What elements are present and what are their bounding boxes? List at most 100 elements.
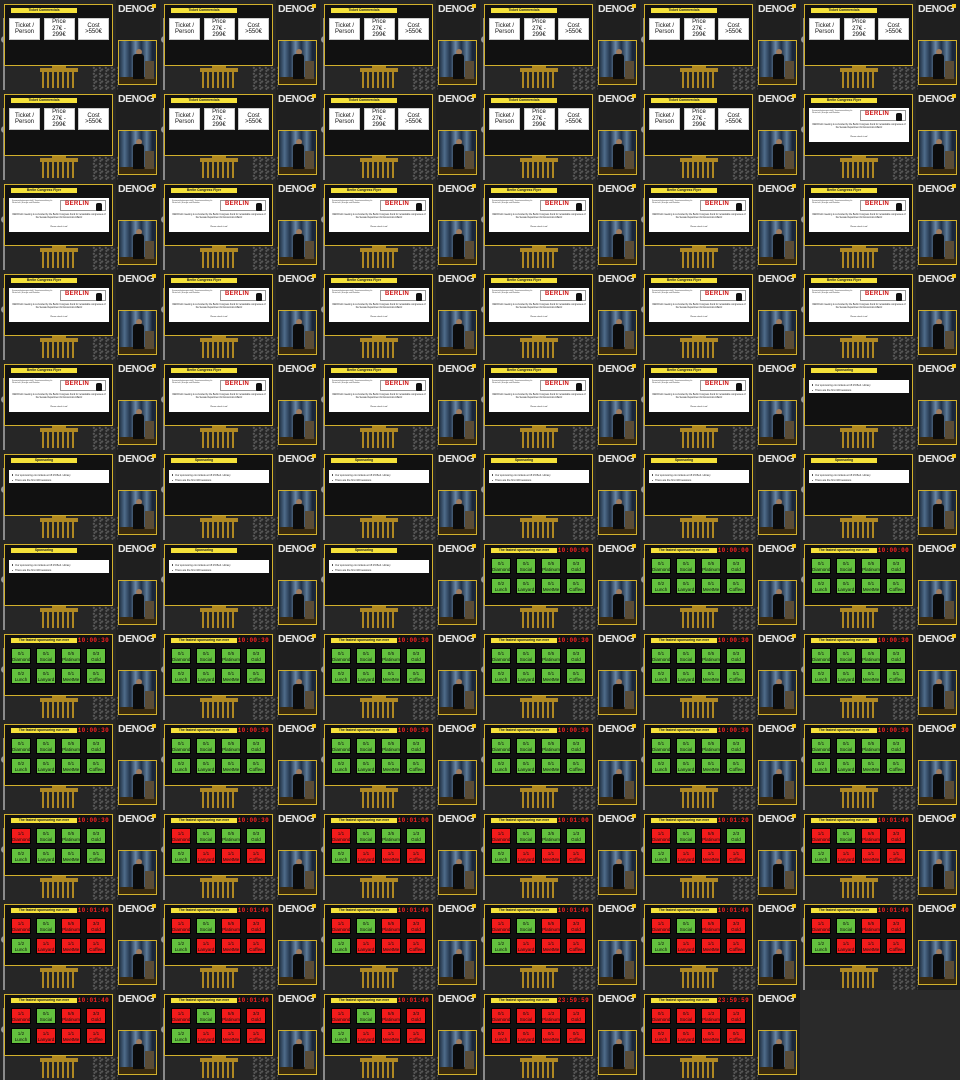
video-frame[interactable]: DENOG The fastest sponsoring run ever 10:0… <box>800 540 960 630</box>
video-frame[interactable]: DENOG Sponsoring Our sponsoring con ticket… <box>160 450 320 540</box>
flyer-link[interactable]: Please check it out! <box>812 316 906 319</box>
video-frame[interactable]: DENOG The fastest sponsoring run ever 10:0… <box>480 900 640 990</box>
video-frame[interactable]: DENOG The fastest sponsoring run ever 10:0… <box>640 630 800 720</box>
video-frame[interactable]: DENOG The fastest sponsoring run ever 23:5… <box>640 990 800 1080</box>
flyer-link[interactable]: Please check it out! <box>332 406 426 409</box>
video-frame[interactable]: DENOG Berlin Congress Flyer Kommunikations… <box>640 360 800 450</box>
video-frame[interactable]: DENOG Ticket Commercials Ticket / Person Pri… <box>320 90 480 180</box>
video-frame[interactable]: DENOG The fastest sponsoring run ever 10:0… <box>320 900 480 990</box>
flyer-link[interactable]: Please check it out! <box>492 406 586 409</box>
sponsor-name: Platinum <box>222 1016 240 1022</box>
video-frame[interactable]: DENOG Berlin Congress Flyer Kommunikations… <box>480 360 640 450</box>
video-frame[interactable]: DENOG Ticket Commercials Ticket / Person Pri… <box>160 0 320 90</box>
video-frame[interactable]: DENOG The fastest sponsoring run ever 10:0… <box>160 720 320 810</box>
brandenburg-gate-illustration <box>200 873 238 898</box>
video-frame[interactable]: DENOG Berlin Congress Flyer Kommunikations… <box>800 180 960 270</box>
video-frame[interactable]: DENOG Sponsoring Our sponsoring con ticket… <box>160 540 320 630</box>
video-frame[interactable]: DENOG The fastest sponsoring run ever 10:0… <box>0 990 160 1080</box>
video-frame[interactable]: DENOG Berlin Congress Flyer Kommunikations… <box>0 180 160 270</box>
video-frame[interactable]: DENOG Sponsoring Our sponsoring con ticket… <box>800 450 960 540</box>
brandenburg-gate-illustration <box>40 243 78 268</box>
video-frame[interactable]: DENOG Ticket Commercials Ticket / Person Pri… <box>320 0 480 90</box>
video-frame[interactable]: DENOG The fastest sponsoring run ever 10:0… <box>0 630 160 720</box>
video-frame[interactable]: DENOG Ticket Commercials Ticket / Person Pri… <box>640 90 800 180</box>
video-frame[interactable]: DENOG Berlin Congress Flyer Kommunikations… <box>480 270 640 360</box>
video-frame[interactable]: DENOG Ticket Commercials Ticket / Person Pri… <box>0 90 160 180</box>
video-frame[interactable]: DENOG Ticket Commercials Ticket / Person Pri… <box>160 90 320 180</box>
flyer-link[interactable]: Please check it out! <box>12 316 106 319</box>
video-frame[interactable]: DENOG Berlin Congress Flyer Kommunikations… <box>800 270 960 360</box>
flyer-link[interactable]: Please check it out! <box>812 136 906 139</box>
video-frame[interactable]: DENOG Ticket Commercials Ticket / Person Pri… <box>640 0 800 90</box>
video-frame[interactable]: DENOG Sponsoring Our sponsoring con ticket… <box>0 450 160 540</box>
video-frame[interactable]: DENOG Berlin Congress Flyer Kommunikations… <box>480 180 640 270</box>
video-frame[interactable]: DENOG The fastest sponsoring run ever 23:5… <box>480 990 640 1080</box>
video-frame[interactable]: DENOG Ticket Commercials Ticket / Person Pri… <box>480 0 640 90</box>
video-frame[interactable]: DENOG Berlin Congress Flyer Kommunikations… <box>160 270 320 360</box>
video-frame[interactable]: DENOG The fastest sponsoring run ever 10:0… <box>640 900 800 990</box>
video-frame[interactable]: DENOG The fastest sponsoring run ever 10:0… <box>480 540 640 630</box>
flyer-link[interactable]: Please check it out! <box>332 226 426 229</box>
video-frame[interactable]: DENOG The fastest sponsoring run ever 10:0… <box>0 720 160 810</box>
flyer-link[interactable]: Please check it out! <box>492 316 586 319</box>
berlin-bear-icon <box>896 292 902 301</box>
video-frame[interactable]: DENOG Berlin Congress Flyer Kommunikations… <box>320 270 480 360</box>
flyer-body: DENOG14 meeting is co-funded by the Berl… <box>12 304 106 309</box>
video-frame[interactable]: DENOG Berlin Congress Flyer Kommunikations… <box>640 270 800 360</box>
video-frame[interactable]: DENOG The fastest sponsoring run ever 10:0… <box>640 540 800 630</box>
decorative-pattern <box>572 1056 598 1080</box>
video-frame[interactable]: DENOG The fastest sponsoring run ever 10:0… <box>320 630 480 720</box>
slide-title: Berlin Congress Flyer <box>651 278 717 283</box>
video-frame[interactable]: DENOG The fastest sponsoring run ever 10:0… <box>480 720 640 810</box>
video-frame[interactable]: DENOG The fastest sponsoring run ever 10:0… <box>480 630 640 720</box>
video-frame[interactable]: DENOG The fastest sponsoring run ever 10:0… <box>160 630 320 720</box>
flyer-link[interactable]: Please check it out! <box>12 406 106 409</box>
video-frame[interactable]: DENOG Ticket Commercials Ticket / Person Pri… <box>0 0 160 90</box>
video-frame[interactable]: DENOG The fastest sponsoring run ever 10:0… <box>800 630 960 720</box>
video-frame[interactable]: DENOG The fastest sponsoring run ever 10:0… <box>160 810 320 900</box>
video-frame[interactable]: DENOG Berlin Congress Flyer Kommunikations… <box>160 360 320 450</box>
speaker-body <box>133 414 144 439</box>
flyer-link[interactable]: Please check it out! <box>652 316 746 319</box>
video-frame[interactable]: DENOG Berlin Congress Flyer Kommunikations… <box>320 180 480 270</box>
video-frame[interactable]: DENOG The fastest sponsoring run ever 10:0… <box>640 720 800 810</box>
flyer-link[interactable]: Please check it out! <box>652 406 746 409</box>
flyer-link[interactable]: Please check it out! <box>492 226 586 229</box>
video-frame[interactable]: DENOG The fastest sponsoring run ever 10:0… <box>800 810 960 900</box>
video-frame[interactable]: DENOG Sponsoring Our sponsoring con ticket… <box>0 540 160 630</box>
flyer-link[interactable]: Please check it out! <box>652 226 746 229</box>
video-frame[interactable]: DENOG Sponsoring Our sponsoring con ticket… <box>320 540 480 630</box>
video-frame[interactable]: DENOG Sponsoring Our sponsoring con ticket… <box>640 450 800 540</box>
video-frame[interactable]: DENOG Sponsoring Our sponsoring con ticket… <box>480 450 640 540</box>
sponsor-name: Social <box>839 926 853 932</box>
video-frame[interactable]: DENOG Sponsoring Our sponsoring con ticket… <box>320 450 480 540</box>
video-frame[interactable]: DENOG Berlin Congress Flyer Kommunikations… <box>640 180 800 270</box>
video-frame[interactable]: DENOG The fastest sponsoring run ever 10:0… <box>800 720 960 810</box>
flyer-link[interactable]: Please check it out! <box>172 406 266 409</box>
flyer-link[interactable]: Please check it out! <box>332 316 426 319</box>
video-frame[interactable]: DENOG Berlin Congress Flyer Kommunikations… <box>320 360 480 450</box>
video-frame[interactable]: DENOG Berlin Congress Flyer Kommunikations… <box>160 180 320 270</box>
video-frame[interactable]: DENOG The fastest sponsoring run ever 10:0… <box>320 720 480 810</box>
video-frame[interactable]: DENOG Ticket Commercials Ticket / Person Pri… <box>480 90 640 180</box>
video-frame[interactable]: DENOG The fastest sponsoring run ever 10:0… <box>160 900 320 990</box>
video-frame[interactable]: DENOG The fastest sponsoring run ever 10:0… <box>320 810 480 900</box>
video-frame[interactable]: DENOG The fastest sponsoring run ever 10:0… <box>480 810 640 900</box>
ticket-box: Ticket / Person <box>489 18 520 40</box>
video-frame[interactable]: DENOG Berlin Congress Flyer Kommunikations… <box>0 360 160 450</box>
video-frame[interactable]: DENOG Berlin Congress Flyer Kommunikations… <box>0 270 160 360</box>
flyer-link[interactable]: Please check it out! <box>172 316 266 319</box>
video-frame[interactable]: DENOG Sponsoring Our sponsoring con ticket… <box>800 360 960 450</box>
video-frame[interactable]: DENOG The fastest sponsoring run ever 10:0… <box>640 810 800 900</box>
video-frame[interactable]: DENOG Berlin Congress Flyer Kommunikations… <box>800 90 960 180</box>
flyer-link[interactable]: Please check it out! <box>172 226 266 229</box>
flyer-link[interactable]: Please check it out! <box>12 226 106 229</box>
video-frame[interactable]: DENOG The fastest sponsoring run ever 10:0… <box>160 990 320 1080</box>
ticket-box-line2: 27€ - 299€ <box>852 25 866 39</box>
flyer-link[interactable]: Please check it out! <box>812 226 906 229</box>
video-frame[interactable]: DENOG Ticket Commercials Ticket / Person Pri… <box>800 0 960 90</box>
video-frame[interactable]: DENOG The fastest sponsoring run ever 10:0… <box>800 900 960 990</box>
video-frame[interactable]: DENOG The fastest sponsoring run ever 10:0… <box>0 900 160 990</box>
video-frame[interactable]: DENOG The fastest sponsoring run ever 10:0… <box>0 810 160 900</box>
video-frame[interactable]: DENOG The fastest sponsoring run ever 10:0… <box>320 990 480 1080</box>
